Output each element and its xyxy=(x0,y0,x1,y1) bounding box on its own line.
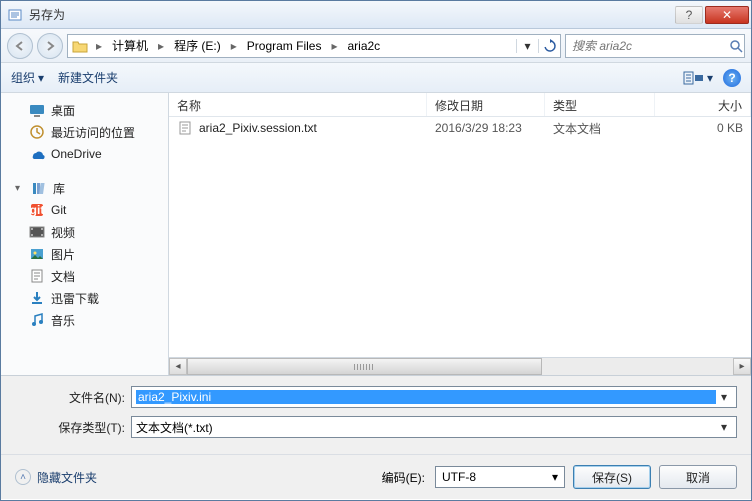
cancel-button[interactable]: 取消 xyxy=(659,465,737,489)
scrollbar-track[interactable] xyxy=(187,358,733,375)
refresh-icon[interactable] xyxy=(538,39,556,53)
file-list-area: 名称 修改日期 类型 大小 aria2_Pixiv.session.txt 20… xyxy=(169,93,751,375)
hide-folders-toggle[interactable]: ˄ 隐藏文件夹 xyxy=(15,469,97,486)
footer: ˄ 隐藏文件夹 编码(E): UTF-8 ▾ 保存(S) 取消 xyxy=(1,454,751,499)
breadcrumb-item[interactable]: Program Files xyxy=(245,39,324,53)
search-box[interactable] xyxy=(565,34,745,58)
encoding-select[interactable]: UTF-8 ▾ xyxy=(435,466,565,488)
main-area: 桌面 最近访问的位置 OneDrive ▾库 gitGit 视频 图片 文档 迅… xyxy=(1,93,751,375)
sidebar-item-thunder[interactable]: 迅雷下载 xyxy=(1,287,168,309)
new-folder-button[interactable]: 新建文件夹 xyxy=(58,69,118,86)
save-button[interactable]: 保存(S) xyxy=(573,465,651,489)
folder-icon xyxy=(72,39,88,53)
breadcrumb-item[interactable]: 计算机 xyxy=(110,37,150,54)
back-button[interactable] xyxy=(7,33,33,59)
file-type: 文本文档 xyxy=(545,120,655,137)
sidebar-item-git[interactable]: gitGit xyxy=(1,199,168,221)
horizontal-scrollbar[interactable]: ◂ ▸ xyxy=(169,357,751,375)
file-list[interactable]: aria2_Pixiv.session.txt 2016/3/29 18:23 … xyxy=(169,117,751,357)
filename-value: aria2_Pixiv.ini xyxy=(136,390,716,404)
svg-text:git: git xyxy=(30,203,45,217)
encoding-value: UTF-8 xyxy=(442,470,476,484)
file-modified: 2016/3/29 18:23 xyxy=(427,121,545,135)
filename-input[interactable]: aria2_Pixiv.ini ▾ xyxy=(131,386,737,408)
app-icon xyxy=(7,7,23,23)
breadcrumb-item[interactable]: 程序 (E:) xyxy=(172,37,223,54)
desktop-icon xyxy=(29,102,45,118)
music-icon xyxy=(29,312,45,328)
scroll-right-icon[interactable]: ▸ xyxy=(733,358,751,375)
save-form: 文件名(N): aria2_Pixiv.ini ▾ 保存类型(T): 文本文档(… xyxy=(1,375,751,454)
scroll-left-icon[interactable]: ◂ xyxy=(169,358,187,375)
sidebar-item-recent[interactable]: 最近访问的位置 xyxy=(1,121,168,143)
file-row[interactable]: aria2_Pixiv.session.txt 2016/3/29 18:23 … xyxy=(169,117,751,139)
filetype-value: 文本文档(*.txt) xyxy=(136,419,716,436)
breadcrumb-sep-icon: ▸ xyxy=(154,39,168,53)
document-icon xyxy=(29,268,45,284)
chevron-up-icon: ˄ xyxy=(15,469,31,485)
encoding-label: 编码(E): xyxy=(382,469,427,486)
view-options-button[interactable]: ▾ xyxy=(683,70,713,86)
view-icon xyxy=(683,70,705,86)
title-bar: 另存为 ? ✕ xyxy=(1,1,751,29)
breadcrumb-item[interactable]: aria2c xyxy=(346,39,383,53)
recent-icon xyxy=(29,124,45,140)
filetype-label: 保存类型(T): xyxy=(15,419,131,436)
column-headers: 名称 修改日期 类型 大小 xyxy=(169,93,751,117)
organize-menu[interactable]: 组织▾ xyxy=(11,69,44,86)
sidebar-item-desktop[interactable]: 桌面 xyxy=(1,99,168,121)
chevron-down-icon[interactable]: ▾ xyxy=(716,390,732,404)
breadcrumb-sep-icon: ▸ xyxy=(92,39,106,53)
address-bar[interactable]: ▸ 计算机 ▸ 程序 (E:) ▸ Program Files ▸ aria2c… xyxy=(67,34,561,58)
git-icon: git xyxy=(29,202,45,218)
nav-row: ▸ 计算机 ▸ 程序 (E:) ▸ Program Files ▸ aria2c… xyxy=(1,29,751,63)
filename-label: 文件名(N): xyxy=(15,389,131,406)
search-input[interactable] xyxy=(572,39,729,53)
scrollbar-thumb[interactable] xyxy=(187,358,542,375)
address-dropdown-icon[interactable]: ▾ xyxy=(516,39,534,53)
window-buttons: ? ✕ xyxy=(675,6,749,24)
library-icon xyxy=(31,180,47,196)
sidebar-item-pictures[interactable]: 图片 xyxy=(1,243,168,265)
chevron-down-icon[interactable]: ▾ xyxy=(716,420,732,434)
chevron-down-icon[interactable]: ▾ xyxy=(552,470,558,484)
sidebar-item-documents[interactable]: 文档 xyxy=(1,265,168,287)
chevron-down-icon: ▾ xyxy=(707,71,713,85)
help-button[interactable]: ? xyxy=(675,6,703,24)
breadcrumb-sep-icon: ▸ xyxy=(227,39,241,53)
help-icon[interactable]: ? xyxy=(723,69,741,87)
onedrive-icon xyxy=(29,146,45,162)
window-title: 另存为 xyxy=(29,6,675,23)
column-name[interactable]: 名称 xyxy=(169,93,427,116)
column-modified[interactable]: 修改日期 xyxy=(427,93,545,116)
chevron-down-icon: ▾ xyxy=(38,71,44,85)
column-type[interactable]: 类型 xyxy=(545,93,655,116)
download-icon xyxy=(29,290,45,306)
search-icon[interactable] xyxy=(729,39,743,53)
toolbar: 组织▾ 新建文件夹 ▾ ? xyxy=(1,63,751,93)
pictures-icon xyxy=(29,246,45,262)
breadcrumb-sep-icon: ▸ xyxy=(327,39,341,53)
column-size[interactable]: 大小 xyxy=(655,93,751,116)
sidebar-item-music[interactable]: 音乐 xyxy=(1,309,168,331)
sidebar-item-libraries[interactable]: ▾库 xyxy=(1,177,168,199)
sidebar: 桌面 最近访问的位置 OneDrive ▾库 gitGit 视频 图片 文档 迅… xyxy=(1,93,169,375)
filetype-select[interactable]: 文本文档(*.txt) ▾ xyxy=(131,416,737,438)
video-icon xyxy=(29,224,45,240)
file-icon xyxy=(177,120,193,136)
file-name: aria2_Pixiv.session.txt xyxy=(199,121,317,135)
expand-icon[interactable]: ▾ xyxy=(15,183,25,194)
close-button[interactable]: ✕ xyxy=(705,6,749,24)
file-size: 0 KB xyxy=(655,121,751,135)
sidebar-item-videos[interactable]: 视频 xyxy=(1,221,168,243)
sidebar-item-onedrive[interactable]: OneDrive xyxy=(1,143,168,165)
forward-button[interactable] xyxy=(37,33,63,59)
